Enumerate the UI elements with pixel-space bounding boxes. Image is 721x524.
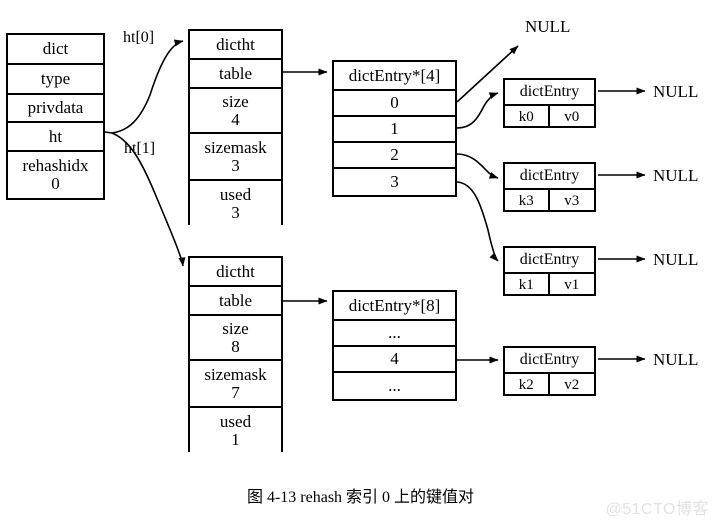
wire-bucket2-entry-k3 <box>456 153 499 179</box>
ht0-pointer-label: ht[0] <box>123 29 155 46</box>
dict-entry-k3-key: k3 <box>505 190 550 212</box>
dict-entry-k1-title: dictEntry <box>505 248 594 274</box>
null-label-k2: NULL <box>653 350 699 369</box>
dict-entry-k3: dictEntry k3 v3 <box>503 162 596 212</box>
dict-field-ht: ht <box>8 123 103 152</box>
dict-field-type: type <box>8 65 103 95</box>
dict-entry-k1-key: k1 <box>505 274 550 296</box>
bucket-array-8-cell-0: ... <box>334 321 455 347</box>
dictht-1-sizemask-value: 7 <box>231 382 240 402</box>
wire-bucket3-entry-k1 <box>456 181 499 262</box>
dict-field-rehashidx: rehashidx 0 <box>8 152 103 198</box>
dict-entry-k0-title: dictEntry <box>505 80 594 106</box>
bucket-array-4: dictEntry*[4] 0 1 2 3 <box>332 60 457 197</box>
ht1-pointer-label: ht[1] <box>124 140 156 157</box>
dictht-0-size: size 4 <box>190 89 281 134</box>
dict-title: dict <box>8 35 103 65</box>
bucket-array-8-cell-1: 4 <box>334 347 455 373</box>
dictht-1-table: table <box>190 287 281 316</box>
dict-entry-k0-value: v0 <box>564 108 580 125</box>
dictht-0-sizemask: sizemask 3 <box>190 134 281 181</box>
dictht-1-used: used 1 <box>190 408 281 453</box>
dictht-1-struct: dictht table size 8 sizemask 7 used 1 <box>188 256 283 453</box>
bucket-array-4-cell-2: 2 <box>334 143 455 169</box>
dict-entry-k1-kv: k1 v1 <box>505 274 594 296</box>
dict-entry-k0: dictEntry k0 v0 <box>503 78 596 128</box>
watermark-label: @51CTO博客 <box>605 501 709 518</box>
bucket-array-8-title: dictEntry*[8] <box>334 292 455 321</box>
dictht-1-used-value: 1 <box>231 429 240 449</box>
dict-entry-k3-kv: k3 v3 <box>505 190 594 212</box>
dictht-0-sizemask-value: 3 <box>231 155 240 175</box>
dictht-0-used-value: 3 <box>231 202 240 222</box>
dict-entry-k1: dictEntry k1 v1 <box>503 246 596 296</box>
bucket-array-4-cell-0: 0 <box>334 91 455 117</box>
dict-entry-k0-key: k0 <box>505 106 550 128</box>
dictht-0-used-label: used <box>219 184 252 204</box>
dict-entry-k3-value: v3 <box>564 192 580 209</box>
dict-entry-k2: dictEntry k2 v2 <box>503 346 596 396</box>
bucket-array-8-cell-2: ... <box>334 373 455 399</box>
dict-field-rehashidx-label: rehashidx <box>22 156 89 176</box>
dict-field-privdata: privdata <box>8 95 103 123</box>
bucket-array-4-cell-1: 1 <box>334 117 455 143</box>
bucket-array-4-cell-3: 3 <box>334 169 455 195</box>
dictht-0-title: dictht <box>190 31 281 60</box>
dictht-0-struct: dictht table size 4 sizemask 3 used 3 <box>188 29 283 226</box>
bucket-array-8: dictEntry*[8] ... 4 ... <box>332 290 457 401</box>
dict-entry-k0-kv: k0 v0 <box>505 106 594 128</box>
dict-entry-k3-title: dictEntry <box>505 164 594 190</box>
dict-field-rehashidx-value: 0 <box>51 174 60 193</box>
dict-entry-k2-title: dictEntry <box>505 348 594 374</box>
null-label-k1: NULL <box>653 250 699 269</box>
dict-entry-k1-value: v1 <box>564 276 580 293</box>
dictht-0-table: table <box>190 60 281 89</box>
wire-ht-stem <box>104 131 113 134</box>
dict-struct: dict type privdata ht rehashidx 0 <box>6 33 105 200</box>
dictht-1-size-value: 8 <box>231 336 240 356</box>
null-label-bucket0: NULL <box>525 17 571 36</box>
dictht-0-size-value: 4 <box>231 109 240 129</box>
dict-entry-k2-kv: k2 v2 <box>505 374 594 396</box>
null-label-k0: NULL <box>653 82 699 101</box>
wire-bucket1-entry-k0 <box>456 92 499 129</box>
dictht-1-sizemask-label: sizemask <box>204 364 267 384</box>
dictht-0-used: used 3 <box>190 181 281 226</box>
bucket-array-4-title: dictEntry*[4] <box>334 62 455 91</box>
dict-entry-k2-value: v2 <box>564 376 580 393</box>
dict-entry-k2-key: k2 <box>505 374 550 396</box>
dictht-0-sizemask-label: sizemask <box>204 137 267 157</box>
null-label-k3: NULL <box>653 166 699 185</box>
diagram-canvas: dict type privdata ht rehashidx 0 dictht… <box>0 0 721 524</box>
dictht-1-sizemask: sizemask 7 <box>190 361 281 408</box>
dictht-0-size-label: size <box>222 91 249 111</box>
dictht-1-title: dictht <box>190 258 281 287</box>
wire-ht0 <box>111 39 184 134</box>
dictht-1-size: size 8 <box>190 316 281 361</box>
dictht-1-size-label: size <box>222 318 249 338</box>
dictht-1-used-label: used <box>219 411 252 431</box>
